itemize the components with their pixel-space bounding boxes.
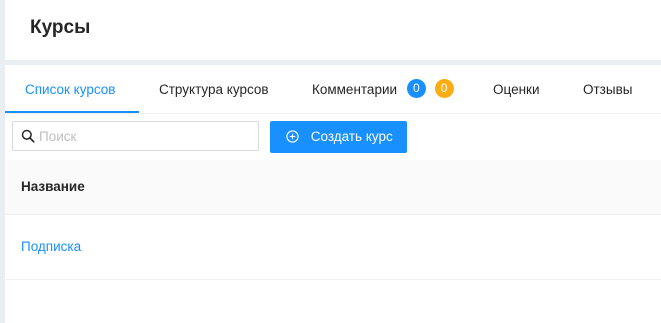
tab-bar: Список курсов Структура курсов Комментар… — [5, 65, 661, 114]
page-frame: Курсы Список курсов Структура курсов Ком… — [5, 0, 661, 323]
comments-pending-badge: 0 — [434, 79, 454, 99]
course-name-link[interactable]: Подписка — [21, 215, 81, 279]
create-course-button[interactable]: Создать курс — [270, 121, 407, 153]
column-header-name[interactable]: Название — [21, 160, 85, 214]
page-header: Курсы — [5, 0, 661, 60]
tab-course-list[interactable]: Список курсов — [25, 65, 115, 113]
tab-label: Отзывы — [583, 82, 633, 97]
search-input[interactable] — [39, 122, 249, 150]
tab-ratings[interactable]: Оценки — [493, 65, 540, 113]
create-course-label: Создать курс — [310, 129, 393, 144]
search-icon — [21, 129, 35, 143]
search-box — [12, 121, 259, 151]
tab-label: Структура курсов — [159, 82, 269, 97]
comments-count-badge: 0 — [406, 79, 426, 99]
tab-label: Список курсов — [25, 82, 116, 97]
table-row: Подписка — [5, 215, 661, 280]
tab-reviews[interactable]: Отзывы — [583, 65, 632, 113]
tab-label: Комментарии — [312, 82, 398, 97]
tab-course-structure[interactable]: Структура курсов — [159, 65, 269, 113]
tab-comments[interactable]: Комментарии 0 0 — [312, 65, 454, 113]
active-tab-indicator — [5, 111, 139, 113]
page-title: Курсы — [30, 17, 91, 38]
tab-label: Оценки — [493, 82, 540, 97]
courses-table: Название Подписка — [5, 160, 661, 280]
plus-circle-icon — [286, 130, 299, 143]
table-header: Название — [5, 160, 661, 215]
